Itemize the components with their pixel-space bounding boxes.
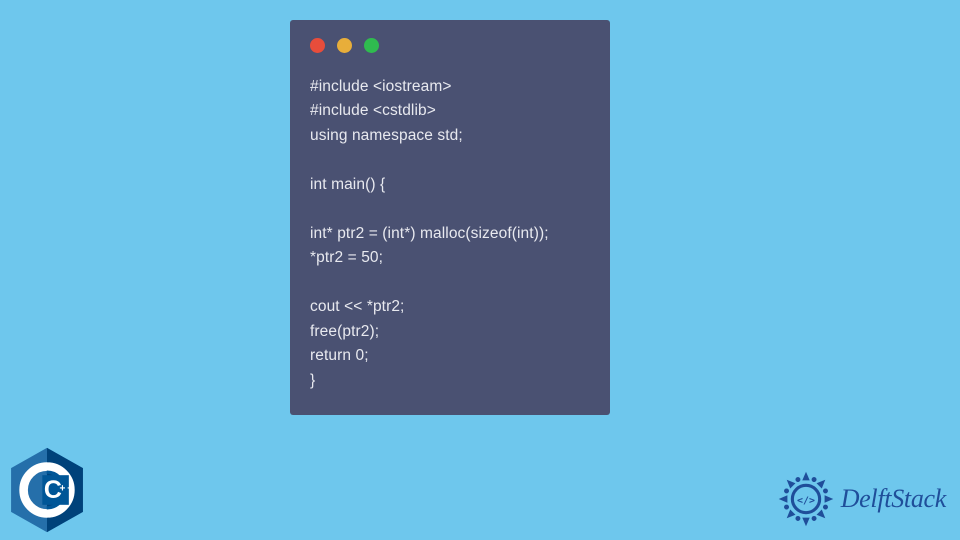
delftstack-emblem-icon: </> xyxy=(775,468,837,530)
cpp-logo-icon: C + + xyxy=(8,446,86,534)
delftstack-logo: </> DelftStack xyxy=(775,468,946,530)
svg-text:+: + xyxy=(67,484,73,495)
svg-text:</>: </> xyxy=(797,495,815,506)
code-window: #include <iostream> #include <cstdlib> u… xyxy=(290,20,610,415)
close-dot-icon xyxy=(310,38,325,53)
maximize-dot-icon xyxy=(364,38,379,53)
window-controls xyxy=(310,38,590,53)
code-block: #include <iostream> #include <cstdlib> u… xyxy=(310,75,590,393)
svg-text:+: + xyxy=(59,484,65,495)
delftstack-label: DelftStack xyxy=(841,484,946,514)
minimize-dot-icon xyxy=(337,38,352,53)
